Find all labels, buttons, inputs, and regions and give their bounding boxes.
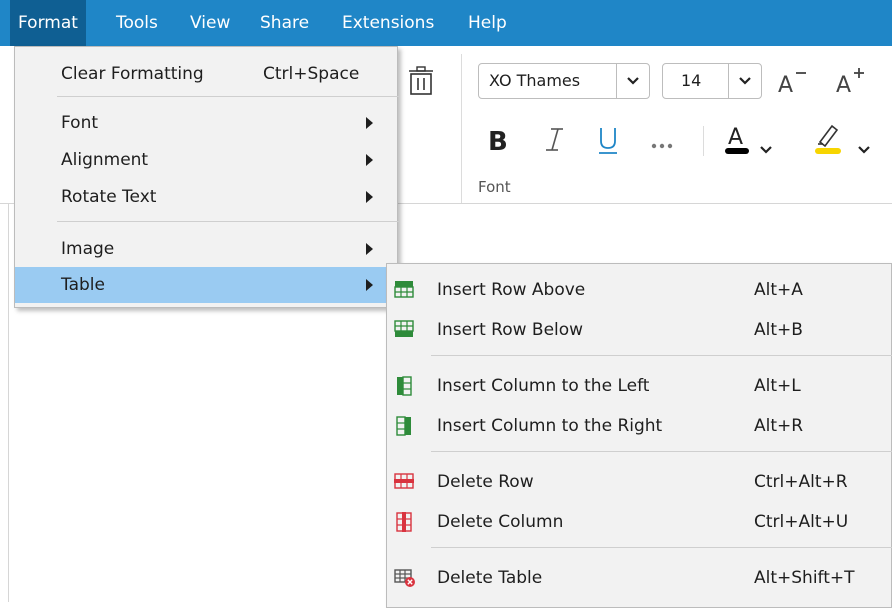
format-menu: Clear Formatting Ctrl+Space Font Alignme… <box>14 46 399 308</box>
menu-item-label: Delete Column <box>437 512 564 532</box>
italic-icon[interactable] <box>543 124 567 160</box>
menu-item-label: Alignment <box>61 150 149 170</box>
menu-item-rotate-text[interactable]: Rotate Text <box>15 179 397 215</box>
menu-format[interactable]: Format <box>10 0 86 46</box>
menu-item-shortcut: Alt+L <box>754 376 801 396</box>
menu-bar: Format Tools View Share Extensions Help <box>0 0 892 46</box>
menu-item-insert-row-above[interactable]: Insert Row Above Alt+A <box>387 270 891 310</box>
more-options-icon[interactable] <box>651 136 675 155</box>
menu-help[interactable]: Help <box>460 0 515 46</box>
document-left-border <box>8 204 9 602</box>
menu-share[interactable]: Share <box>252 0 317 46</box>
submenu-arrow-icon <box>366 243 373 255</box>
menu-item-delete-column[interactable]: Delete Column Ctrl+Alt+U <box>387 502 891 542</box>
underline-icon[interactable] <box>596 124 620 160</box>
ribbon-separator <box>703 126 704 156</box>
menu-view[interactable]: View <box>182 0 238 46</box>
font-size-select[interactable]: 14 <box>662 63 762 99</box>
menu-item-image[interactable]: Image <box>15 231 397 267</box>
menu-item-label: Insert Column to the Right <box>437 416 663 436</box>
delete-table-icon <box>393 568 417 592</box>
menu-item-label: Insert Row Above <box>437 280 586 300</box>
svg-text:B: B <box>488 127 508 156</box>
menu-item-insert-row-below[interactable]: Insert Row Below Alt+B <box>387 310 891 350</box>
menu-item-shortcut: Ctrl+Alt+R <box>754 472 848 492</box>
font-size-value: 14 <box>681 71 702 90</box>
menu-item-label: Rotate Text <box>61 187 157 207</box>
menu-item-table[interactable]: Table <box>15 267 397 303</box>
insert-column-left-icon <box>393 376 415 400</box>
menu-item-shortcut: Alt+B <box>754 320 803 340</box>
delete-row-icon <box>393 472 415 494</box>
menu-item-label: Table <box>61 275 105 295</box>
menu-item-shortcut: Ctrl+Alt+U <box>754 512 849 532</box>
font-name-value: XO Thames <box>489 71 581 90</box>
svg-text:A: A <box>836 73 851 96</box>
insert-row-above-icon <box>393 280 415 302</box>
menu-item-shortcut: Ctrl+Space <box>263 64 360 84</box>
font-name-select[interactable]: XO Thames <box>478 63 650 99</box>
svg-text:A: A <box>778 73 793 96</box>
insert-column-right-icon <box>393 416 415 440</box>
font-size-dropdown[interactable] <box>728 64 761 98</box>
text-color-icon[interactable]: A <box>722 120 756 160</box>
chevron-down-icon <box>627 77 639 85</box>
menu-item-alignment[interactable]: Alignment <box>15 142 397 178</box>
menu-item-label: Delete Row <box>437 472 534 492</box>
submenu-arrow-icon <box>366 117 373 129</box>
menu-separator <box>431 547 892 548</box>
menu-item-shortcut: Alt+R <box>754 416 804 436</box>
menu-item-font[interactable]: Font <box>15 105 397 141</box>
menu-item-label: Clear Formatting <box>61 64 204 84</box>
menu-item-label: Insert Row Below <box>437 320 584 340</box>
insert-row-below-icon <box>393 320 415 342</box>
ribbon-separator <box>461 54 462 204</box>
menu-item-insert-column-right[interactable]: Insert Column to the Right Alt+R <box>387 406 891 446</box>
delete-icon[interactable] <box>408 66 434 100</box>
menu-item-label: Image <box>61 239 115 259</box>
menu-item-insert-column-left[interactable]: Insert Column to the Left Alt+L <box>387 366 891 406</box>
menu-item-label: Font <box>61 113 99 133</box>
menu-item-shortcut: Alt+A <box>754 280 803 300</box>
chevron-down-icon[interactable] <box>760 140 772 159</box>
submenu-arrow-icon <box>366 154 373 166</box>
menu-separator <box>431 451 892 452</box>
menu-separator <box>57 221 399 222</box>
font-group-label: Font <box>478 178 511 196</box>
svg-text:A: A <box>728 125 743 150</box>
menu-item-delete-table[interactable]: Delete Table Alt+Shift+T <box>387 558 891 598</box>
menu-tools[interactable]: Tools <box>108 0 166 46</box>
table-submenu: Insert Row Above Alt+A Insert Row Below … <box>386 263 892 608</box>
menu-separator <box>57 96 399 97</box>
font-name-dropdown[interactable] <box>616 64 649 98</box>
menu-extensions[interactable]: Extensions <box>334 0 442 46</box>
menu-item-clear-formatting[interactable]: Clear Formatting Ctrl+Space <box>15 56 397 92</box>
decrease-font-size-icon[interactable]: A <box>778 66 814 100</box>
chevron-down-icon <box>739 77 751 85</box>
chevron-down-icon[interactable] <box>858 140 870 159</box>
highlight-color-icon[interactable] <box>812 120 846 160</box>
bold-icon[interactable]: B <box>487 124 511 160</box>
submenu-arrow-icon <box>366 279 373 291</box>
menu-item-label: Delete Table <box>437 568 543 588</box>
increase-font-size-icon[interactable]: A <box>836 66 876 100</box>
delete-column-icon <box>393 512 415 536</box>
menu-item-shortcut: Alt+Shift+T <box>754 568 855 588</box>
menu-item-label: Insert Column to the Left <box>437 376 650 396</box>
menu-separator <box>431 355 892 356</box>
menu-item-delete-row[interactable]: Delete Row Ctrl+Alt+R <box>387 462 891 502</box>
submenu-arrow-icon <box>366 191 373 203</box>
